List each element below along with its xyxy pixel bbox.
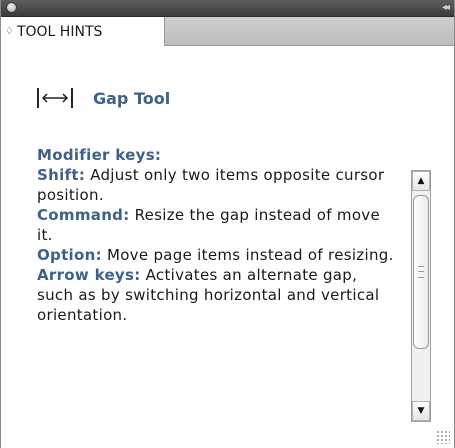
- grip-icon: [418, 266, 424, 278]
- scroll-down-button[interactable]: ▼: [412, 401, 430, 421]
- hint-key-shift: Shift:: [37, 166, 86, 184]
- vertical-scrollbar[interactable]: ▲ ▼: [411, 170, 431, 422]
- tool-name: Gap Tool: [93, 88, 171, 108]
- tool-hints-panel: ◂◂ ♢ TOOL HINTS Gap Tool Modifier keys: …: [0, 0, 455, 448]
- hint-item: Shift: Adjust only two items opposite cu…: [37, 165, 397, 205]
- hint-key-command: Command:: [37, 206, 130, 224]
- hint-text-option: Move page items instead of resizing.: [101, 246, 394, 264]
- tab-label: TOOL HINTS: [16, 23, 103, 40]
- scrollbar-thumb[interactable]: [413, 195, 429, 349]
- hint-item: Command: Resize the gap instead of move …: [37, 205, 397, 245]
- hints-text: Modifier keys: Shift: Adjust only two it…: [37, 145, 397, 325]
- hints-heading: Modifier keys:: [37, 146, 162, 164]
- updown-arrows-icon[interactable]: ♢: [5, 26, 14, 37]
- gap-tool-icon: [37, 88, 73, 108]
- hint-text-shift: Adjust only two items opposite cursor po…: [37, 166, 385, 204]
- hint-item: Option: Move page items instead of resiz…: [37, 245, 397, 265]
- collapse-icon[interactable]: ◂◂: [442, 0, 450, 16]
- panel-titlebar[interactable]: ◂◂: [1, 0, 454, 17]
- resize-grip-icon[interactable]: [436, 430, 450, 444]
- tool-header: Gap Tool: [35, 86, 170, 110]
- hint-item: Arrow keys: Activates an alternate gap, …: [37, 265, 397, 325]
- panel-tab-row: ♢ TOOL HINTS: [1, 17, 454, 46]
- scroll-up-button[interactable]: ▲: [412, 171, 430, 191]
- hint-key-arrow-keys: Arrow keys:: [37, 266, 141, 284]
- close-button[interactable]: [6, 2, 17, 13]
- tab-tool-hints[interactable]: ♢ TOOL HINTS: [1, 17, 165, 46]
- hint-key-option: Option:: [37, 246, 102, 264]
